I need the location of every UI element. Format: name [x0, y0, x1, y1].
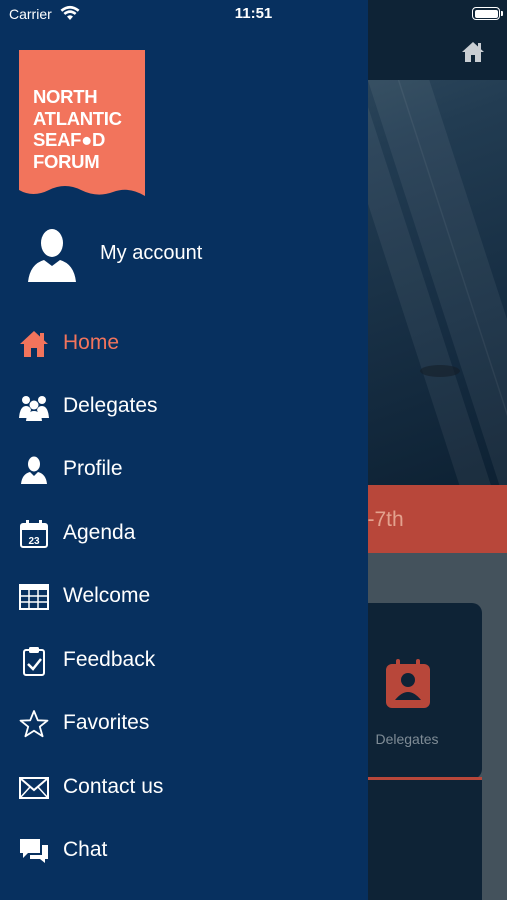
menu-item-feedback[interactable]: Feedback — [0, 633, 368, 689]
table-icon — [18, 582, 50, 612]
calendar-icon: 23 — [18, 519, 50, 549]
menu-label-profile: Profile — [63, 457, 123, 480]
menu-item-home[interactable]: Home — [0, 316, 368, 372]
home-icon[interactable] — [460, 40, 486, 64]
contact-card-icon — [384, 658, 432, 710]
clock: 11:51 — [234, 5, 273, 22]
menu-label-delegates: Delegates — [63, 394, 158, 417]
clipboard-icon — [18, 646, 50, 676]
menu-label-favorites: Favorites — [63, 711, 150, 734]
menu-label-home: Home — [63, 331, 120, 354]
chat-icon — [18, 836, 50, 866]
menu-item-agenda[interactable]: 23 Agenda — [0, 506, 368, 562]
menu-item-chat[interactable]: Chat — [0, 823, 368, 879]
profile-icon — [18, 455, 50, 485]
menu-label-feedback: Feedback — [63, 648, 156, 671]
star-icon — [18, 709, 50, 739]
delegates-icon — [18, 392, 50, 422]
menu-label-agenda: Agenda — [63, 521, 136, 544]
menu-item-profile[interactable]: Profile — [0, 442, 368, 498]
menu-item-delegates[interactable]: Delegates — [0, 379, 368, 435]
battery-icon — [472, 7, 503, 20]
menu-item-welcome[interactable]: Welcome — [0, 569, 368, 625]
menu-label-contact-us: Contact us — [63, 775, 164, 798]
my-account-item[interactable]: My account — [20, 222, 350, 286]
menu-label-chat: Chat — [63, 838, 108, 861]
menu-item-contact-us[interactable]: Contact us — [0, 760, 368, 816]
nasf-logo: NORTH ATLANTIC SEAF●D FORUM — [19, 50, 145, 196]
menu-item-favorites[interactable]: Favorites — [0, 696, 368, 752]
svg-text:23: 23 — [28, 536, 40, 547]
side-drawer: NORTH ATLANTIC SEAF●D FORUM My account H… — [0, 0, 368, 900]
logo-text: NORTH ATLANTIC SEAF●D FORUM — [33, 86, 122, 172]
my-account-label: My account — [100, 242, 203, 264]
menu-label-welcome: Welcome — [63, 584, 151, 607]
mail-icon — [18, 773, 50, 803]
avatar-icon — [26, 226, 78, 282]
status-bar: Carrier 11:51 — [0, 0, 507, 30]
home-icon — [18, 329, 50, 359]
